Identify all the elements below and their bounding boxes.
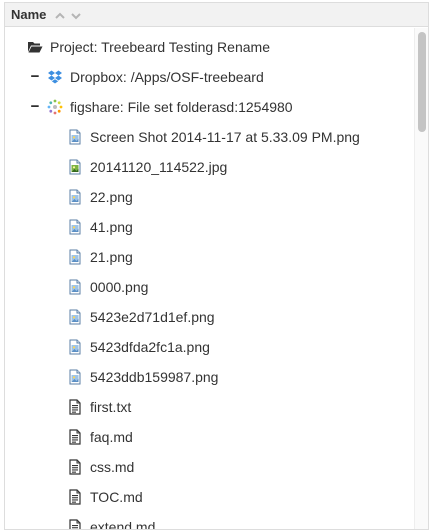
collapse-toggle-dropbox[interactable]: − [30,69,40,84]
file-name: css.md [90,459,135,475]
file-name: 0000.png [90,279,149,295]
file-name: Screen Shot 2014-11-17 at 5.33.09 PM.png [90,129,360,145]
file-row[interactable]: TOC.md [5,482,414,512]
file-row[interactable]: 22.png [5,182,414,212]
file-row[interactable]: Screen Shot 2014-11-17 at 5.33.09 PM.png [5,122,414,152]
file-row[interactable]: extend.md [5,512,414,530]
figshare-label: figshare: File set folderasd:1254980 [70,99,293,115]
file-name: first.txt [90,399,132,415]
image-file-icon [67,249,83,265]
image-file-icon [67,129,83,145]
file-name: 5423e2d71d1ef.png [90,309,215,325]
sort-ascending-icon[interactable] [54,9,66,21]
figshare-row[interactable]: − figshare: File set folderasd:1254980 [5,92,414,122]
project-row[interactable]: Project: Treebeard Testing Rename [5,32,414,62]
image-file-icon [67,309,83,325]
tree-rows: Project: Treebeard Testing Rename − Drop… [5,30,414,529]
file-name: TOC.md [90,489,143,505]
file-row[interactable]: 5423ddb159987.png [5,362,414,392]
vertical-scrollbar[interactable] [414,28,428,529]
sort-descending-icon[interactable] [70,9,82,21]
text-file-icon [67,399,83,415]
project-label: Project: Treebeard Testing Rename [50,39,270,55]
image-file-icon [67,339,83,355]
file-name: faq.md [90,429,133,445]
file-row[interactable]: 0000.png [5,272,414,302]
folder-open-icon [27,39,43,55]
name-column-title[interactable]: Name [11,7,46,22]
text-file-icon [67,459,83,475]
text-file-icon [67,429,83,445]
file-name: 41.png [90,219,133,235]
column-header[interactable]: Name [5,3,428,27]
file-row[interactable]: css.md [5,452,414,482]
figshare-icon [47,99,63,115]
file-name: 21.png [90,249,133,265]
dropbox-icon [47,69,63,85]
sort-controls [54,9,82,21]
file-row[interactable]: 5423dfda2fc1a.png [5,332,414,362]
file-row[interactable]: faq.md [5,422,414,452]
file-tree-panel: Name Project: Treebeard Testing Rename − [4,2,429,530]
collapse-toggle-figshare[interactable]: − [30,99,40,114]
text-file-icon [67,519,83,529]
image-file-icon [67,369,83,385]
file-row[interactable]: 21.png [5,242,414,272]
image-file-icon [67,219,83,235]
photo-file-icon [67,159,83,175]
dropbox-label: Dropbox: /Apps/OSF-treebeard [70,69,264,85]
file-row[interactable]: 41.png [5,212,414,242]
file-name: 20141120_114522.jpg [90,159,228,175]
file-name: 5423dfda2fc1a.png [90,339,210,355]
image-file-icon [67,189,83,205]
file-name: 5423ddb159987.png [90,369,219,385]
file-name: extend.md [90,519,156,530]
file-row[interactable]: 20141120_114522.jpg [5,152,414,182]
scrollbar-thumb[interactable] [418,32,426,132]
image-file-icon [67,279,83,295]
text-file-icon [67,489,83,505]
file-row[interactable]: first.txt [5,392,414,422]
file-row[interactable]: 5423e2d71d1ef.png [5,302,414,332]
file-name: 22.png [90,189,133,205]
dropbox-row[interactable]: − Dropbox: /Apps/OSF-treebeard [5,62,414,92]
